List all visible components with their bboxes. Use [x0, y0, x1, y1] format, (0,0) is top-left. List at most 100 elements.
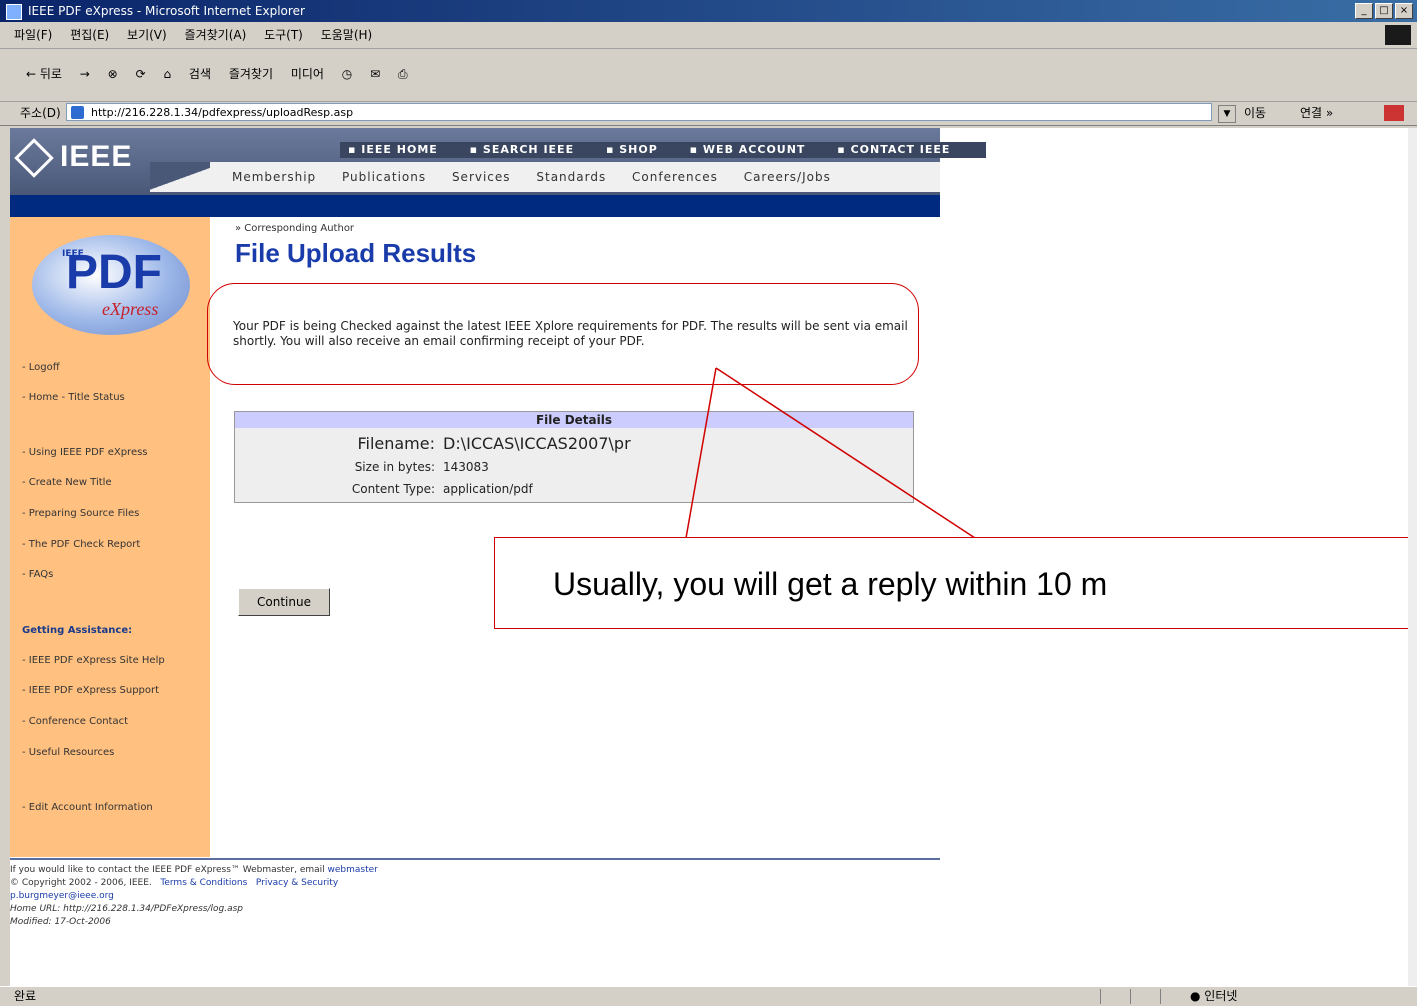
sidebar-item-report[interactable]: - The PDF Check Report	[22, 539, 140, 550]
nav-careers-jobs[interactable]: Careers/Jobs	[744, 170, 831, 184]
search-button[interactable]: 검색	[189, 53, 211, 95]
maximize-button[interactable]: □	[1375, 3, 1393, 19]
size-label: Size in bytes:	[354, 460, 435, 474]
address-bar: 주소(D) http://216.228.1.34/pdfexpress/upl…	[0, 101, 1417, 126]
nav-search-ieee-label: SEARCH IEEE	[482, 143, 575, 156]
links-button[interactable]: 연결 »	[1300, 101, 1333, 125]
continue-button[interactable]: Continue	[238, 588, 330, 616]
annotation-highlight-box	[207, 283, 919, 385]
ieee-top-nav: ▪ IEEE HOME ▪ SEARCH IEEE ▪ SHOP ▪ WEB A…	[340, 142, 987, 158]
nav-contact-ieee[interactable]: ▪ CONTACT IEEE	[837, 143, 964, 156]
pdf-logo-express: eXpress	[102, 299, 159, 319]
vertical-scrollbar[interactable]	[1408, 128, 1417, 986]
nav-standards[interactable]: Standards	[536, 170, 606, 184]
filename-value: D:\ICCAS\ICCAS2007\pr	[443, 434, 631, 453]
footer-modified: Modified: 17-Oct-2006	[10, 917, 111, 927]
breadcrumb[interactable]: » Corresponding Author	[235, 223, 354, 234]
mail-icon[interactable]: ✉	[370, 53, 380, 95]
sidebar: IEEE PDF eXpress - Logoff - Home - Title…	[10, 217, 210, 857]
status-zone: ● 인터넷	[1190, 989, 1238, 1003]
favorites-button[interactable]: 즐겨찾기	[229, 53, 273, 95]
nav-services[interactable]: Services	[452, 170, 511, 184]
status-separator	[1100, 989, 1101, 1004]
ieee-logo[interactable]: IEEE	[14, 138, 132, 178]
go-button[interactable]: 이동	[1244, 101, 1266, 125]
menu-file[interactable]: 파일(F)	[14, 28, 52, 42]
file-details-table: File Details Filename: D:\ICCAS\ICCAS200…	[234, 411, 914, 503]
menu-bar: 파일(F) 편집(E) 보기(V) 즐겨찾기(A) 도구(T) 도움말(H)	[0, 22, 1417, 49]
sidebar-item-create[interactable]: - Create New Title	[22, 477, 112, 488]
nav-shop[interactable]: ▪ SHOP	[606, 143, 672, 156]
footer-contact-text: If you would like to contact the IEEE PD…	[10, 865, 325, 875]
status-bar: 완료 ● 인터넷	[0, 986, 1417, 1006]
content-type-label: Content Type:	[351, 482, 435, 496]
sidebar-item-site-help[interactable]: - IEEE PDF eXpress Site Help	[22, 655, 165, 666]
nav-shop-label: SHOP	[619, 143, 658, 156]
history-icon[interactable]: ◷	[342, 53, 352, 95]
sidebar-item-support[interactable]: - IEEE PDF eXpress Support	[22, 685, 159, 696]
footer-copyright: © Copyright 2002 - 2006, IEEE. Terms & C…	[10, 877, 940, 890]
annotation-callout: Usually, you will get a reply within 10 …	[494, 537, 1408, 629]
sidebar-item-conference-contact[interactable]: - Conference Contact	[22, 716, 128, 727]
blue-band	[10, 195, 940, 217]
footer-rule	[10, 858, 940, 860]
sidebar-item-resources[interactable]: - Useful Resources	[22, 747, 114, 758]
media-button[interactable]: 미디어	[291, 53, 324, 95]
nav-web-account-label: WEB ACCOUNT	[702, 143, 806, 156]
status-zone-text: 인터넷	[1204, 989, 1238, 1003]
print-icon[interactable]: ⎙	[398, 53, 408, 95]
nav-conferences[interactable]: Conferences	[632, 170, 718, 184]
address-input[interactable]: http://216.228.1.34/pdfexpress/uploadRes…	[66, 103, 1212, 121]
pdf-logo-pdf: PDF	[66, 246, 162, 299]
address-dropdown[interactable]: ▼	[1218, 105, 1236, 123]
nav-search-ieee[interactable]: ▪ SEARCH IEEE	[470, 143, 588, 156]
nav-membership[interactable]: Membership	[232, 170, 316, 184]
close-button[interactable]: ×	[1395, 3, 1413, 19]
back-button[interactable]: ← 뒤로	[26, 53, 62, 95]
pdf-express-logo: IEEE PDF eXpress	[32, 235, 190, 335]
page-icon	[71, 106, 84, 119]
sidebar-item-edit-account[interactable]: - Edit Account Information	[22, 802, 153, 813]
page-viewport: IEEE ▪ IEEE HOME ▪ SEARCH IEEE ▪ SHOP ▪ …	[10, 128, 1408, 986]
sidebar-item-using[interactable]: - Using IEEE PDF eXpress	[22, 447, 148, 458]
footer-email-link[interactable]: p.burgmeyer@ieee.org	[10, 890, 940, 903]
privacy-link[interactable]: Privacy & Security	[256, 878, 338, 888]
windows-logo-icon	[1385, 25, 1411, 45]
address-label: 주소(D)	[20, 106, 61, 120]
content-type-value: application/pdf	[443, 482, 533, 496]
menu-tools[interactable]: 도구(T)	[264, 28, 303, 42]
menu-favorites[interactable]: 즐겨찾기(A)	[185, 28, 247, 42]
toolbar-extra-icon[interactable]	[1384, 105, 1404, 121]
nav-ieee-home[interactable]: ▪ IEEE HOME	[348, 143, 452, 156]
nav-web-account[interactable]: ▪ WEB ACCOUNT	[690, 143, 820, 156]
sidebar-item-faqs[interactable]: - FAQs	[22, 569, 53, 580]
page-title: File Upload Results	[235, 238, 477, 268]
nav-publications[interactable]: Publications	[342, 170, 426, 184]
minimize-button[interactable]: _	[1355, 3, 1373, 19]
ieee-header: IEEE ▪ IEEE HOME ▪ SEARCH IEEE ▪ SHOP ▪ …	[10, 128, 987, 195]
stop-icon[interactable]: ⊗	[108, 53, 118, 95]
address-url: http://216.228.1.34/pdfexpress/uploadRes…	[91, 106, 354, 119]
home-icon[interactable]: ⌂	[163, 53, 171, 95]
refresh-icon[interactable]: ⟳	[136, 53, 146, 95]
sidebar-assistance-heading: Getting Assistance:	[22, 625, 133, 636]
ie-icon	[6, 4, 22, 20]
status-separator	[1130, 989, 1131, 1004]
menu-edit[interactable]: 편집(E)	[70, 28, 109, 42]
page-footer: If you would like to contact the IEEE PD…	[10, 858, 940, 929]
webmaster-link[interactable]: webmaster	[328, 865, 378, 875]
sidebar-item-logoff[interactable]: - Logoff	[22, 362, 60, 373]
sidebar-item-home[interactable]: - Home - Title Status	[22, 392, 125, 403]
forward-button[interactable]: →	[80, 53, 90, 95]
terms-link[interactable]: Terms & Conditions	[160, 878, 247, 888]
nav-contact-ieee-label: CONTACT IEEE	[850, 143, 951, 156]
ieee-main-nav: Membership Publications Services Standar…	[210, 162, 940, 192]
sidebar-item-preparing[interactable]: - Preparing Source Files	[22, 508, 139, 519]
window-titlebar: IEEE PDF eXpress - Microsoft Internet Ex…	[0, 0, 1417, 22]
toolbar: ← 뒤로 → ⊗ ⟳ ⌂ 검색 즐겨찾기 미디어 ◷ ✉ ⎙	[0, 49, 1417, 102]
menu-help[interactable]: 도움말(H)	[321, 28, 373, 42]
menu-view[interactable]: 보기(V)	[127, 28, 167, 42]
nav-ieee-home-label: IEEE HOME	[361, 143, 438, 156]
footer-copyright-text: © Copyright 2002 - 2006, IEEE.	[10, 878, 152, 888]
footer-url: Home URL: http://216.228.1.34/PDFeXpress…	[10, 904, 244, 914]
